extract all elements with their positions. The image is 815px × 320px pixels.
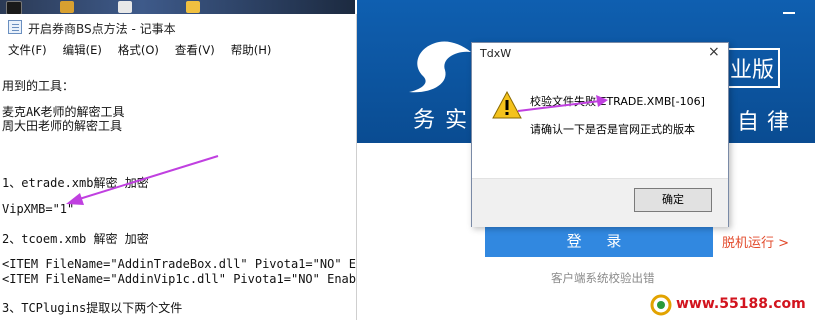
site-logo-icon: [650, 294, 672, 316]
annotation-arrowhead: [596, 95, 608, 107]
annotation-arrows: [66, 95, 608, 205]
annotation-arrowhead: [66, 193, 84, 205]
annotation-arrow: [75, 155, 219, 201]
annotation-arrow: [517, 100, 601, 112]
watermark-text: www.55188.com: [676, 296, 806, 312]
